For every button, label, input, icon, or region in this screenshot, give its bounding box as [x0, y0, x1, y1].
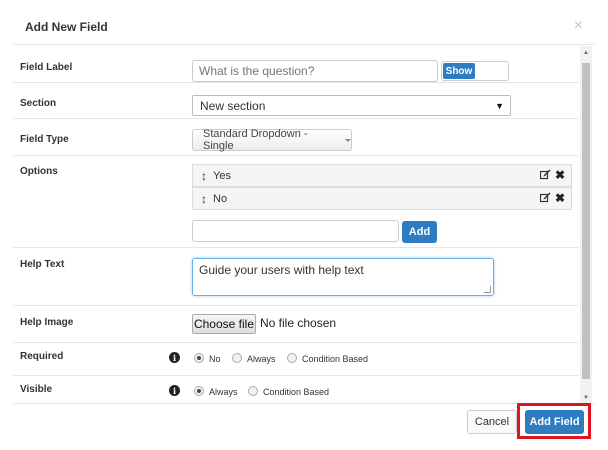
- visible-label: Visible: [20, 384, 53, 395]
- field-label-label: Field Label: [20, 62, 73, 73]
- show-button[interactable]: Show: [443, 63, 475, 79]
- options-label: Options: [20, 166, 58, 177]
- delete-icon[interactable]: ✖: [555, 191, 565, 205]
- dialog-scrollbar[interactable]: ▲ ▼: [580, 46, 592, 403]
- field-type-selected-value: Standard Dropdown - Single: [203, 128, 308, 152]
- choose-file-button[interactable]: Choose file: [192, 314, 256, 334]
- required-radio-no[interactable]: [194, 353, 204, 363]
- help-text-row: Help Text Guide your users with help tex…: [13, 248, 579, 306]
- help-text-textarea[interactable]: Guide your users with help text: [192, 258, 494, 296]
- caret-down-icon: [345, 138, 351, 142]
- dialog-header: Add New Field ×: [13, 8, 595, 45]
- scrollbar-thumb[interactable]: [582, 63, 590, 379]
- required-row: Required i No Always Condition Based: [13, 343, 579, 376]
- section-selected-value: New section: [200, 98, 266, 113]
- dialog-body: Field Label Show Section New section ▼ F…: [13, 46, 595, 403]
- scroll-down-arrow-icon[interactable]: ▼: [583, 395, 589, 401]
- edit-icon[interactable]: [539, 192, 551, 206]
- field-type-row: Field Type Standard Dropdown - Single: [13, 119, 579, 156]
- required-option-label: Condition Based: [302, 354, 369, 364]
- add-option-button[interactable]: Add: [402, 221, 437, 243]
- close-icon[interactable]: ×: [574, 18, 583, 34]
- drag-handle-icon[interactable]: ↕: [201, 169, 207, 183]
- visible-radio-always[interactable]: [194, 386, 204, 396]
- visible-row: Visible i Always Condition Based: [13, 376, 579, 403]
- edit-icon[interactable]: [539, 169, 551, 183]
- file-status-text: No file chosen: [260, 316, 337, 330]
- add-field-dialog: Add New Field × Field Label Show Section…: [13, 8, 595, 442]
- dialog-footer: Cancel Add Field: [13, 403, 595, 442]
- info-icon[interactable]: i: [169, 352, 180, 363]
- info-icon[interactable]: i: [169, 385, 180, 396]
- section-row: Section New section ▼: [13, 83, 579, 119]
- required-option-label: Always: [247, 354, 276, 364]
- required-radio-always[interactable]: [232, 353, 242, 363]
- dialog-title: Add New Field: [25, 20, 108, 34]
- field-label-row: Field Label Show: [13, 46, 579, 83]
- help-image-row: Help Image Choose file No file chosen: [13, 306, 579, 343]
- resize-handle-icon[interactable]: [484, 286, 491, 293]
- visible-option-label: Always: [209, 387, 238, 397]
- field-label-input[interactable]: [192, 60, 438, 82]
- visible-option-label: Condition Based: [263, 387, 330, 397]
- delete-icon[interactable]: ✖: [555, 168, 565, 182]
- new-option-input[interactable]: [192, 220, 399, 242]
- option-item[interactable]: ↕ No ✖: [192, 187, 572, 210]
- section-label: Section: [20, 98, 57, 109]
- visible-radio-condition[interactable]: [248, 386, 258, 396]
- option-item[interactable]: ↕ Yes ✖: [192, 164, 572, 187]
- help-text-label: Help Text: [20, 259, 65, 270]
- cancel-button[interactable]: Cancel: [467, 410, 517, 434]
- required-option-label: No: [209, 354, 221, 364]
- scroll-up-arrow-icon[interactable]: ▲: [583, 50, 589, 56]
- help-image-label: Help Image: [20, 317, 74, 328]
- option-item-text: No: [213, 193, 228, 205]
- required-label: Required: [20, 351, 64, 362]
- field-type-label: Field Type: [20, 134, 69, 145]
- drag-handle-icon[interactable]: ↕: [201, 192, 207, 206]
- section-select[interactable]: New section ▼: [192, 95, 511, 116]
- help-text-value: Guide your users with help text: [199, 263, 364, 277]
- field-type-dropdown[interactable]: Standard Dropdown - Single: [192, 128, 352, 152]
- options-row: Options ↕ Yes ✖ ↕ No ✖ Add: [13, 156, 579, 248]
- required-radio-condition[interactable]: [287, 353, 297, 363]
- highlight-annotation: [517, 403, 591, 439]
- chevron-down-icon: ▼: [495, 101, 504, 111]
- option-item-text: Yes: [213, 170, 231, 182]
